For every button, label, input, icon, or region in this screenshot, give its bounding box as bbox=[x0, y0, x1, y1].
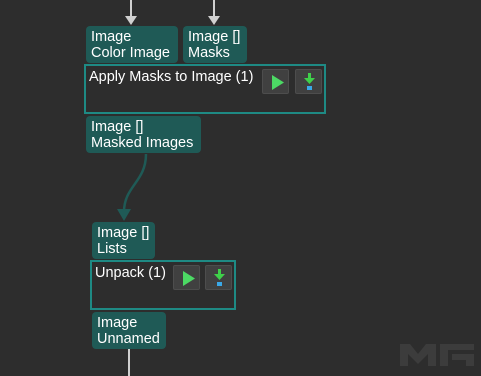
run-step-button[interactable] bbox=[262, 69, 289, 94]
port-type-label: Image [] bbox=[188, 29, 241, 45]
play-icon bbox=[272, 75, 284, 90]
step-apply-masks-to-image[interactable]: Apply Masks to Image (1) bbox=[84, 64, 326, 114]
port-name-label: Masked Images bbox=[91, 135, 194, 151]
step-title: Apply Masks to Image (1) bbox=[89, 69, 254, 85]
play-icon bbox=[183, 271, 195, 286]
input-port-lists[interactable]: Image [] Lists bbox=[92, 222, 155, 259]
port-name-label: Unnamed bbox=[97, 331, 160, 347]
port-name-label: Color Image bbox=[91, 45, 170, 61]
debug-output-button[interactable] bbox=[205, 265, 232, 290]
step-unpack[interactable]: Unpack (1) bbox=[90, 260, 236, 310]
wire-arrow-lists bbox=[117, 209, 131, 221]
input-port-masks[interactable]: Image [] Masks bbox=[183, 26, 247, 63]
output-port-unnamed[interactable]: Image Unnamed bbox=[92, 312, 166, 349]
download-arrow-icon bbox=[214, 269, 225, 286]
wire-arrow-color-image bbox=[125, 16, 137, 25]
download-arrow-icon bbox=[304, 73, 315, 90]
port-type-label: Image bbox=[97, 315, 138, 331]
output-port-masked-images[interactable]: Image [] Masked Images bbox=[86, 116, 201, 153]
port-type-label: Image [] bbox=[91, 119, 144, 135]
port-name-label: Lists bbox=[97, 241, 127, 257]
wire-masked-to-lists bbox=[122, 153, 148, 213]
port-type-label: Image bbox=[91, 29, 132, 45]
wire-arrow-masks bbox=[208, 16, 220, 25]
port-type-label: Image [] bbox=[97, 225, 150, 241]
port-name-label: Masks bbox=[188, 45, 230, 61]
input-port-color-image[interactable]: Image Color Image bbox=[86, 26, 178, 63]
run-step-button[interactable] bbox=[173, 265, 200, 290]
debug-output-button[interactable] bbox=[295, 69, 322, 94]
graph-canvas[interactable]: Image Color Image Image [] Masks Apply M… bbox=[0, 0, 481, 376]
mech-mind-logo-icon bbox=[400, 344, 474, 366]
mech-mind-logo-watermark bbox=[396, 340, 478, 368]
step-title: Unpack (1) bbox=[95, 265, 166, 281]
